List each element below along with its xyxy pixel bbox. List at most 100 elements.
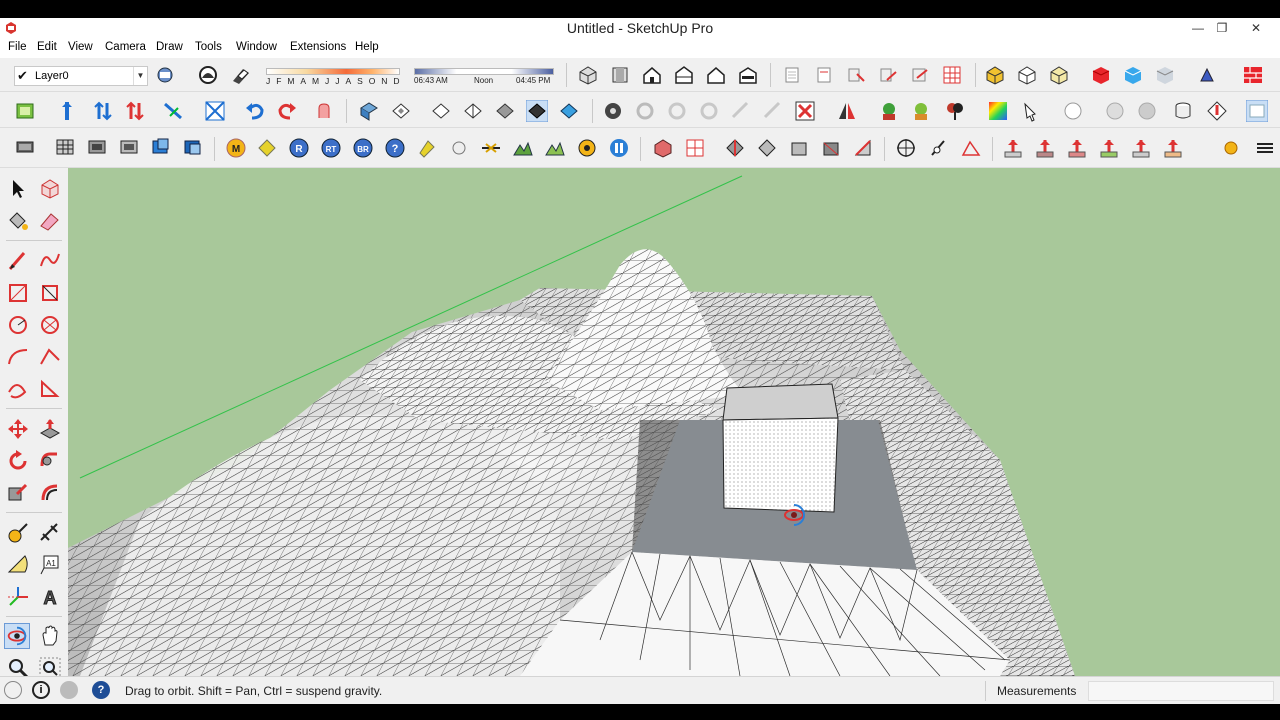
shape-a-icon[interactable] [430,100,452,122]
wireframe-icon[interactable] [1016,64,1038,86]
paint-bucket-icon[interactable] [5,208,31,234]
building-3-icon[interactable] [118,136,140,158]
axis-red-1-icon[interactable] [1002,137,1024,159]
orbit-icon[interactable] [4,623,30,649]
solid-2-icon[interactable] [756,137,778,159]
sphere-grey-2-icon[interactable] [1136,100,1158,122]
arrow-target-icon[interactable] [1206,100,1228,122]
section-grid-icon[interactable] [941,64,963,86]
monochrome-icon[interactable] [1154,64,1176,86]
layer-manager-icon[interactable] [154,64,176,86]
user-icon[interactable] [60,681,78,699]
shaded-red-icon[interactable] [1090,64,1112,86]
modeling-viewport[interactable] [68,168,1280,676]
menu-edit[interactable]: Edit [37,41,57,53]
plant-2-icon[interactable] [910,100,932,122]
scale-icon[interactable] [5,480,31,506]
shape-c-icon[interactable] [494,100,516,122]
cylinder-icon[interactable] [1172,100,1194,122]
menu-lines-icon[interactable] [1254,137,1276,159]
left-view-icon[interactable] [737,64,759,86]
layer-dropdown[interactable]: ✔ Layer0 ▼ [14,66,148,86]
section-fill-icon[interactable] [877,64,899,86]
freehand-icon[interactable] [37,248,63,274]
mirror-icon[interactable] [836,100,858,122]
redo-icon[interactable] [276,100,298,122]
pie-icon[interactable] [37,376,63,402]
rt-badge-icon[interactable]: RT [320,137,342,159]
eraser-icon[interactable] [37,208,63,234]
follow-me-icon[interactable] [37,448,63,474]
three-point-arc-icon[interactable] [5,376,31,402]
m-badge-icon[interactable]: M [225,137,247,159]
chevron-down-icon[interactable]: ▼ [133,67,147,85]
move-up-down-icon[interactable] [92,100,114,122]
landscape-2-icon[interactable] [544,137,566,159]
rectangle-icon[interactable] [5,280,31,306]
pan-hand-icon[interactable] [37,623,63,649]
ruler-disabled-icon[interactable] [730,100,752,122]
push-pull-icon[interactable] [37,416,63,442]
dimension-icon[interactable] [37,520,63,546]
solid-1-icon[interactable] [724,137,746,159]
shape-d-icon[interactable] [526,100,548,122]
building-1-icon[interactable] [54,136,76,158]
text-tool-icon[interactable]: A1 [37,552,63,578]
rotate-icon[interactable] [5,448,31,474]
gear-disabled-2-icon[interactable] [666,100,688,122]
plane-face-icon[interactable] [390,100,412,122]
sphere-outline-icon[interactable] [1062,100,1084,122]
axis-red-2-icon[interactable] [1034,137,1056,159]
section-plane-icon[interactable] [781,64,803,86]
stamp-icon[interactable] [204,100,226,122]
xray-icon[interactable] [984,64,1006,86]
solid-4-icon[interactable] [820,137,842,159]
iso-view-icon[interactable] [577,64,599,86]
axis-red-4-icon[interactable] [1130,137,1152,159]
hidden-line-icon[interactable] [1048,64,1070,86]
circle-icon[interactable] [5,312,31,338]
shape-e-icon[interactable] [558,100,580,122]
protractor-icon[interactable] [5,552,31,578]
solid-5-icon[interactable] [852,137,874,159]
menu-tools[interactable]: Tools [195,41,222,53]
solid-3-icon[interactable] [788,137,810,159]
geo-location-icon[interactable] [4,681,22,699]
axis-red-5-icon[interactable] [1162,137,1184,159]
display-shadows-icon[interactable] [230,64,252,86]
select-arrow-icon[interactable] [5,176,31,202]
section-cut-icon[interactable] [845,64,867,86]
shadow-month-slider[interactable]: J F M A M J J A S O N D [266,68,400,88]
shaded-blue-icon[interactable] [1122,64,1144,86]
angle-icon[interactable] [960,137,982,159]
sphere-small-icon[interactable] [448,137,470,159]
tree-icon[interactable] [944,100,966,122]
warehouse-icon[interactable] [1242,64,1264,86]
smoove-icon[interactable] [313,100,335,122]
building-blue-icon[interactable] [150,136,172,158]
shape-b-icon[interactable] [462,100,484,122]
menu-view[interactable]: View [68,41,93,53]
pick-icon[interactable] [1020,100,1042,122]
menu-draw[interactable]: Draw [156,41,183,53]
top-view-icon[interactable] [609,64,631,86]
ruler-disabled-2-icon[interactable] [762,100,784,122]
push-pull-up-icon[interactable] [56,100,78,122]
two-point-arc-icon[interactable] [37,344,63,370]
cube-block[interactable] [722,383,839,513]
offset-icon[interactable] [37,480,63,506]
window-icon[interactable] [1246,100,1268,122]
sun-icon[interactable] [1220,137,1242,159]
crosshair-icon[interactable] [895,137,917,159]
component-stack-icon[interactable] [14,136,36,158]
tape-measure-icon[interactable] [5,520,31,546]
drape-icon[interactable] [162,100,184,122]
axis-red-3-icon[interactable] [1066,137,1088,159]
info-icon[interactable]: i [32,681,50,699]
month-slider-track[interactable] [266,68,400,75]
plant-icon[interactable] [878,100,900,122]
film-reel-icon[interactable] [602,100,624,122]
close-icon[interactable]: ✕ [1242,18,1270,38]
rotated-rectangle-icon[interactable] [37,280,63,306]
br-badge-icon[interactable]: BR [352,137,374,159]
